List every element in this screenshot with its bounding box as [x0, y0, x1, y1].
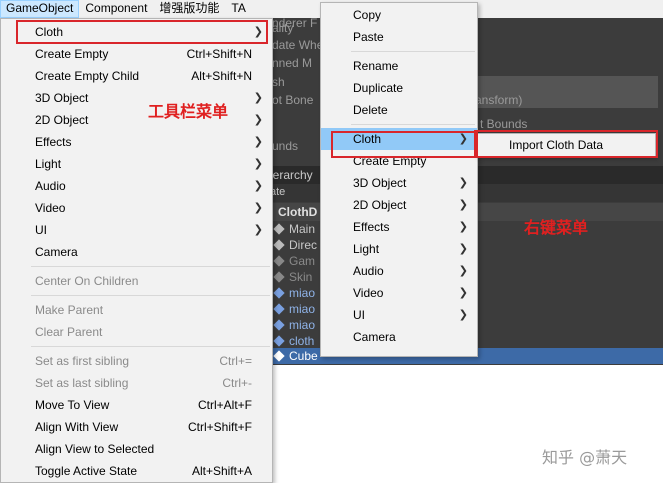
ctx-menu-delete[interactable]: Delete	[321, 99, 477, 121]
chevron-right-icon: ❯	[253, 180, 263, 192]
prefab-icon	[273, 335, 285, 347]
chevron-right-icon: ❯	[253, 224, 263, 236]
go-menu-ui[interactable]: UI ❯	[1, 219, 272, 241]
annotation-right-click-menu: 右键菜单	[524, 218, 589, 237]
chevron-right-icon: ❯	[458, 309, 468, 321]
highlight-box-import-cloth	[474, 130, 658, 158]
prefab-icon	[273, 319, 285, 331]
ctx-menu-2d-object[interactable]: 2D Object ❯	[321, 194, 477, 216]
menubar-gameobject[interactable]: GameObject	[0, 0, 80, 18]
inspector-root-bone-value: ansform)	[475, 93, 523, 107]
context-menu: Copy Paste Rename Duplicate Delete Cloth…	[320, 2, 478, 357]
chevron-right-icon: ❯	[458, 287, 468, 299]
gameobject-menu: Cloth ❯ Create Empty Ctrl+Shift+N Create E…	[0, 18, 273, 483]
hierarchy-row[interactable]: Gam	[273, 253, 315, 269]
menu-separator	[31, 266, 270, 267]
inspector-label-bounds: t Bounds	[480, 117, 528, 131]
go-menu-set-last-sibling[interactable]: Set as last sibling Ctrl+-	[1, 372, 272, 394]
go-menu-toggle-active-state[interactable]: Toggle Active State Alt+Shift+A	[1, 460, 272, 482]
inspector-label-mesh: sh	[272, 75, 285, 89]
go-menu-align-view-to-selected[interactable]: Align View to Selected	[1, 438, 272, 460]
hierarchy-row[interactable]: miao	[273, 317, 315, 333]
hierarchy-row[interactable]: Skin	[273, 269, 312, 285]
ctx-menu-effects[interactable]: Effects ❯	[321, 216, 477, 238]
hierarchy-row[interactable]: Main	[273, 221, 315, 237]
go-menu-clear-parent[interactable]: Clear Parent	[1, 321, 272, 343]
go-menu-effects[interactable]: Effects ❯	[1, 131, 272, 153]
gameobject-icon	[273, 223, 285, 235]
go-menu-center-on-children[interactable]: Center On Children	[1, 270, 272, 292]
zhihu-watermark: 知乎 @萧天	[542, 448, 628, 467]
scene-root-label[interactable]: ClothD	[278, 205, 317, 219]
chevron-right-icon: ❯	[458, 199, 468, 211]
go-menu-create-empty[interactable]: Create Empty Ctrl+Shift+N	[1, 43, 272, 65]
menubar-ta[interactable]: TA	[225, 0, 251, 18]
ctx-menu-camera[interactable]: Camera	[321, 326, 477, 348]
menu-separator	[31, 346, 270, 347]
inspector-label-quality: ality	[272, 21, 294, 35]
go-menu-align-with-view[interactable]: Align With View Ctrl+Shift+F	[1, 416, 272, 438]
annotation-toolbar-menu: 工具栏菜单	[148, 102, 229, 121]
chevron-right-icon: ❯	[458, 221, 468, 233]
prefab-icon	[273, 287, 285, 299]
go-menu-set-first-sibling[interactable]: Set as first sibling Ctrl+=	[1, 350, 272, 372]
ctx-menu-duplicate[interactable]: Duplicate	[321, 77, 477, 99]
gameobject-icon	[273, 350, 285, 362]
hierarchy-row[interactable]: Direc	[273, 237, 317, 253]
highlight-box-ctx-cloth	[331, 131, 478, 158]
inspector-label-skinned: nned M	[272, 56, 313, 70]
hierarchy-row[interactable]: cloth	[273, 333, 314, 349]
hierarchy-tab[interactable]: ierarchy	[270, 168, 313, 182]
chevron-right-icon: ❯	[253, 114, 263, 126]
go-menu-make-parent[interactable]: Make Parent	[1, 299, 272, 321]
prefab-icon	[273, 303, 285, 315]
menubar-component[interactable]: Component	[79, 0, 153, 18]
gameobject-icon	[273, 271, 285, 283]
ctx-menu-3d-object[interactable]: 3D Object ❯	[321, 172, 477, 194]
gameobject-icon	[273, 239, 285, 251]
ctx-menu-copy[interactable]: Copy	[321, 4, 477, 26]
gameobject-icon	[273, 255, 285, 267]
highlight-box-go-cloth	[16, 20, 268, 44]
ctx-menu-light[interactable]: Light ❯	[321, 238, 477, 260]
inspector-label-update: date Whe	[272, 38, 324, 52]
chevron-right-icon: ❯	[253, 158, 263, 170]
go-menu-move-to-view[interactable]: Move To View Ctrl+Alt+F	[1, 394, 272, 416]
go-menu-light[interactable]: Light ❯	[1, 153, 272, 175]
ctx-menu-rename[interactable]: Rename	[321, 55, 477, 77]
inspector-label-root-bone: ot Bone	[272, 93, 314, 107]
ctx-menu-audio[interactable]: Audio ❯	[321, 260, 477, 282]
go-menu-camera[interactable]: Camera	[1, 241, 272, 263]
chevron-right-icon: ❯	[458, 177, 468, 189]
go-menu-audio[interactable]: Audio ❯	[1, 175, 272, 197]
ctx-menu-paste[interactable]: Paste	[321, 26, 477, 48]
menubar-enhanced-features[interactable]: 增强版功能	[153, 0, 225, 18]
hierarchy-row[interactable]: miao	[273, 285, 315, 301]
inspector-label-bounds-left: unds	[272, 139, 299, 153]
menu-separator	[31, 295, 270, 296]
chevron-right-icon: ❯	[458, 243, 468, 255]
ctx-menu-ui[interactable]: UI ❯	[321, 304, 477, 326]
chevron-right-icon: ❯	[253, 92, 263, 104]
menu-separator	[351, 51, 475, 52]
go-menu-3d-object[interactable]: 3D Object ❯	[1, 87, 272, 109]
chevron-right-icon: ❯	[253, 136, 263, 148]
chevron-right-icon: ❯	[458, 265, 468, 277]
chevron-right-icon: ❯	[253, 202, 263, 214]
hierarchy-row[interactable]: miao	[273, 301, 315, 317]
go-menu-2d-object[interactable]: 2D Object ❯	[1, 109, 272, 131]
go-menu-video[interactable]: Video ❯	[1, 197, 272, 219]
ctx-menu-video[interactable]: Video ❯	[321, 282, 477, 304]
go-menu-create-empty-child[interactable]: Create Empty Child Alt+Shift+N	[1, 65, 272, 87]
inspector-field-mesh[interactable]	[478, 76, 658, 92]
menu-separator	[351, 124, 475, 125]
